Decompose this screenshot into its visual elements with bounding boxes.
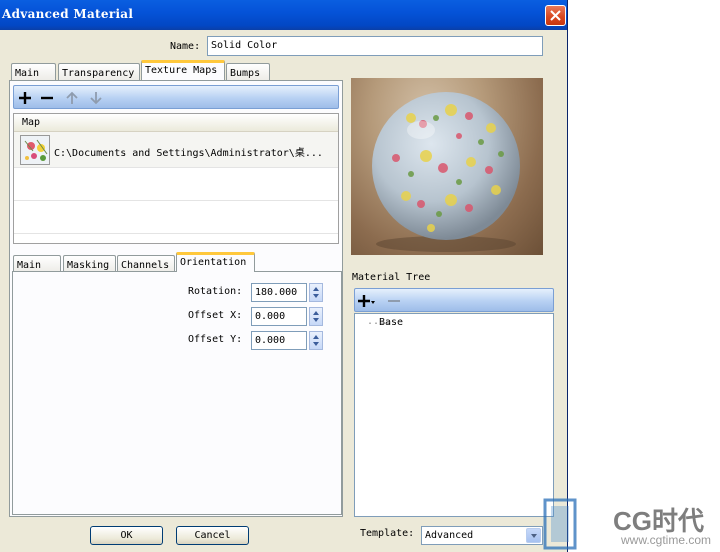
tab-transparency[interactable]: Transparency [58,63,140,81]
offset-x-input[interactable]: 0.000 [251,307,307,326]
rotation-spinner[interactable] [309,283,323,302]
offset-x-label: Offset X: [188,310,243,321]
tree-toolbar [354,288,554,312]
texture-thumbnail [20,135,50,165]
name-label: Name: [170,41,201,52]
material-tree-label: Material Tree [352,272,431,283]
close-icon [550,10,561,21]
tree-item-base[interactable]: Base [379,317,403,328]
orientation-panel: Rotation: 180.000 Offset X: 0.000 Offset… [12,271,342,515]
subtab-orientation[interactable]: Orientation [176,252,255,272]
rotation-label: Rotation: [188,286,243,297]
minus-icon[interactable] [385,292,403,310]
watermark-logo: CG时代 www.cgtime.com [543,494,720,552]
chevron-down-icon[interactable] [526,528,541,543]
template-value: Advanced [425,530,474,541]
watermark-url: www.cgtime.com [620,533,711,547]
arrow-up-icon[interactable] [63,89,81,107]
arrow-down-icon[interactable] [87,89,105,107]
offset-y-input[interactable]: 0.000 [251,331,307,350]
offset-x-spinner[interactable] [309,307,323,326]
empty-row [14,168,338,201]
offset-y-spinner[interactable] [309,331,323,350]
map-column-header[interactable]: Map [14,114,338,132]
material-tree: .... Base [354,313,554,517]
maps-toolbar [13,85,339,109]
ok-button[interactable]: OK [90,526,163,545]
title-bar[interactable]: Advanced Material [0,0,567,30]
map-row[interactable]: C:\Documents and Settings\Administrator\… [14,132,338,168]
plus-icon[interactable] [16,89,34,107]
tab-main[interactable]: Main [11,63,56,81]
plus-dropdown-icon[interactable] [357,292,375,310]
watermark-brand: CG时代 [613,506,704,536]
minus-icon[interactable] [38,89,56,107]
map-list: Map C:\Documents and Settings\Administra… [13,113,339,244]
map-path: C:\Documents and Settings\Administrator\… [54,148,323,159]
offset-y-label: Offset Y: [188,334,243,345]
tab-bumps[interactable]: Bumps [226,63,270,81]
rotation-input[interactable]: 180.000 [251,283,307,302]
empty-row [14,201,338,234]
material-preview [351,78,543,255]
name-input[interactable]: Solid Color [207,36,543,56]
texture-maps-panel: Map C:\Documents and Settings\Administra… [9,80,343,517]
close-button[interactable] [545,5,566,26]
tab-texture-maps[interactable]: Texture Maps [141,60,225,80]
window-title: Advanced Material [2,7,134,21]
template-label: Template: [360,528,415,539]
advanced-material-dialog: Advanced Material Name: Solid Color Main… [0,0,568,552]
cancel-button[interactable]: Cancel [176,526,249,545]
template-select[interactable]: Advanced [421,526,543,545]
